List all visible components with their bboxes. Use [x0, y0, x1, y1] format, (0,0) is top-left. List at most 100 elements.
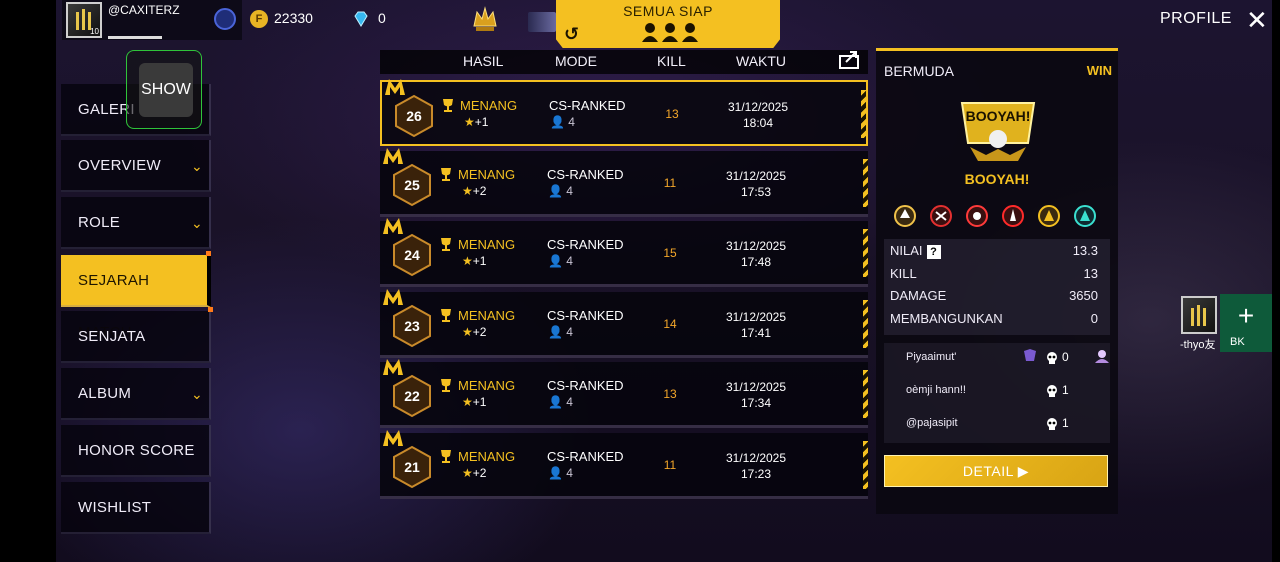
booyah-logo-text: BOOYAH! — [966, 108, 1031, 124]
show-button-label: SHOW — [139, 63, 193, 117]
match-row[interactable]: 26 MENANG ★+1 CS-RANKED 👤 4 13 31/12/2025 18:04 — [380, 79, 868, 146]
rank-badge-icon: 25 — [393, 163, 431, 206]
detail-button-label: DETAIL — [962, 463, 1014, 479]
match-result: MENANG — [458, 166, 516, 182]
teammate-kills: 0 — [1044, 350, 1069, 365]
crown-rank-icon[interactable] — [470, 4, 500, 34]
badge-skull-icon — [894, 205, 916, 227]
player-count-value: 4 — [566, 395, 573, 409]
menu-item-2[interactable]: ROLE ⌄ — [61, 197, 211, 249]
top-bar: 10 @CAXITERZ F 22330 0 SEMUA SIAP ↺ PROF… — [56, 0, 1280, 48]
match-clock: 18:04 — [742, 116, 774, 130]
share-icon[interactable] — [838, 48, 862, 70]
stat-row: KILL 13 — [890, 266, 1104, 281]
show-button[interactable]: SHOW — [126, 50, 202, 129]
match-detail-panel: BERMUDA WIN BOOYAH! BOOYAH! NILAI? 13.3 KI… — [876, 48, 1118, 514]
close-icon[interactable]: ✕ — [1246, 6, 1268, 34]
team-ready-panel[interactable]: SEMUA SIAP ↺ — [556, 0, 780, 48]
menu-item-label: ROLE — [78, 214, 121, 231]
menu-item-7[interactable]: WISHLIST — [61, 482, 211, 534]
rank-badge-icon: 26 — [395, 94, 433, 138]
rank-number: 26 — [406, 108, 422, 124]
rank-badge-icon: 24 — [393, 233, 431, 277]
match-result: MENANG — [458, 237, 516, 252]
match-row[interactable]: 23 MENANG ★+2 CS-RANKED 👤 4 14 31/12/2025 17:41 — [380, 288, 868, 358]
achievement-badges[interactable] — [892, 203, 1102, 229]
match-time: 31/12/2025 17:23 — [716, 450, 796, 482]
map-name: BERMUDA — [884, 63, 955, 79]
menu-item-1[interactable]: OVERVIEW ⌄ — [61, 140, 211, 192]
detail-button[interactable]: DETAIL ▶ — [884, 455, 1108, 487]
person-icon: 👤 — [550, 115, 565, 129]
back-arrow-icon[interactable]: ↺ — [564, 24, 579, 45]
star-delta: +2 — [472, 183, 487, 198]
menu-item-5[interactable]: ALBUM ⌄ — [61, 368, 211, 420]
star-change: ★+1 — [462, 254, 486, 268]
star-delta: +2 — [472, 324, 487, 339]
skull-icon — [1047, 417, 1057, 430]
match-row[interactable]: 24 MENANG ★+1 CS-RANKED 👤 4 15 31/12/2025 17:48 — [380, 218, 868, 287]
match-row[interactable]: 22 MENANG ★+1 CS-RANKED 👤 4 13 31/12/2025 17:34 — [380, 359, 868, 428]
match-time: 31/12/2025 17:34 — [716, 379, 796, 411]
menu-item-6[interactable]: HONOR SCORE — [61, 425, 211, 477]
player-count: 👤 4 — [548, 254, 573, 268]
event-icon[interactable] — [528, 12, 556, 32]
teammate-name[interactable]: Piyaaimut' — [906, 351, 956, 363]
header-kill: KILL — [657, 53, 686, 69]
match-mode: CS-RANKED — [547, 166, 624, 182]
rank-badge-icon: 22 — [393, 374, 431, 418]
trophy-icon — [443, 99, 453, 112]
row-accent-stripe — [863, 299, 868, 348]
rank-number: 25 — [404, 177, 420, 193]
chevron-down-icon: ⌄ — [190, 215, 203, 231]
match-time: 31/12/2025 17:53 — [716, 168, 796, 200]
star-delta: +1 — [472, 395, 487, 409]
ready-status: SEMUA SIAP — [623, 3, 713, 19]
star-icon: ★ — [464, 115, 475, 129]
stat-value: 3650 — [1069, 288, 1098, 303]
player-count-value: 4 — [568, 115, 575, 129]
match-clock: 17:53 — [740, 184, 772, 199]
person-icon: 👤 — [548, 395, 563, 409]
help-icon[interactable]: ? — [926, 244, 941, 259]
player-avatar[interactable]: 10 — [66, 2, 102, 38]
match-result: MENANG — [458, 448, 516, 464]
menu-item-label: WISHLIST — [78, 499, 152, 516]
rank-number: 24 — [404, 247, 420, 263]
booyah-emblem-icon: BOOYAH! — [960, 102, 1036, 161]
add-friend-label: BK — [1230, 336, 1245, 348]
player-card[interactable]: 10 @CAXITERZ — [62, 0, 242, 40]
rank-number: 21 — [404, 459, 420, 475]
add-friend-button[interactable]: + BK — [1220, 294, 1272, 352]
person-icon: 👤 — [548, 254, 563, 268]
rank-badge-icon[interactable] — [214, 8, 236, 30]
match-date: 31/12/2025 — [725, 239, 787, 253]
profile-link-icon[interactable] — [1094, 349, 1110, 363]
diamond-balance[interactable]: 0 — [352, 10, 386, 28]
match-mode: CS-RANKED — [547, 307, 624, 323]
skull-icon — [1047, 384, 1057, 397]
match-list-header: HASIL MODE KILL WAKTU — [380, 50, 868, 74]
teammate-name[interactable]: @pajasipit — [906, 417, 958, 429]
stat-row: DAMAGE 3650 — [890, 288, 1104, 303]
kill-count: 15 — [663, 246, 677, 260]
row-accent-stripe — [863, 370, 868, 418]
play-arrow-icon: ▶ — [1017, 463, 1030, 479]
kill-count: 14 — [663, 316, 677, 331]
star-delta: +1 — [472, 254, 487, 268]
match-date: 31/12/2025 — [727, 100, 789, 114]
player-name: @CAXITERZ — [108, 3, 180, 17]
teammate-name[interactable]: oèmji hann!! — [906, 384, 966, 396]
match-clock: 17:23 — [740, 466, 772, 481]
menu-item-3[interactable]: SEJARAH MATCH — [61, 251, 211, 341]
coin-balance[interactable]: F 22330 — [250, 10, 313, 29]
match-row[interactable]: 21 MENANG ★+2 CS-RANKED 👤 4 11 31/12/2025 17:23 — [380, 429, 868, 499]
menu-item-4[interactable]: SENJATA — [61, 307, 213, 363]
stat-row: MEMBANGUNKAN 0 — [890, 311, 1104, 326]
plus-icon: + — [1237, 300, 1255, 331]
friend-avatar[interactable] — [1181, 296, 1217, 334]
match-row[interactable]: 25 MENANG ★+2 CS-RANKED 👤 4 11 31/12/2025 17:53 — [380, 147, 868, 217]
trophy-icon — [441, 379, 451, 392]
person-icon: 👤 — [548, 183, 563, 198]
header-result: HASIL — [463, 53, 504, 69]
